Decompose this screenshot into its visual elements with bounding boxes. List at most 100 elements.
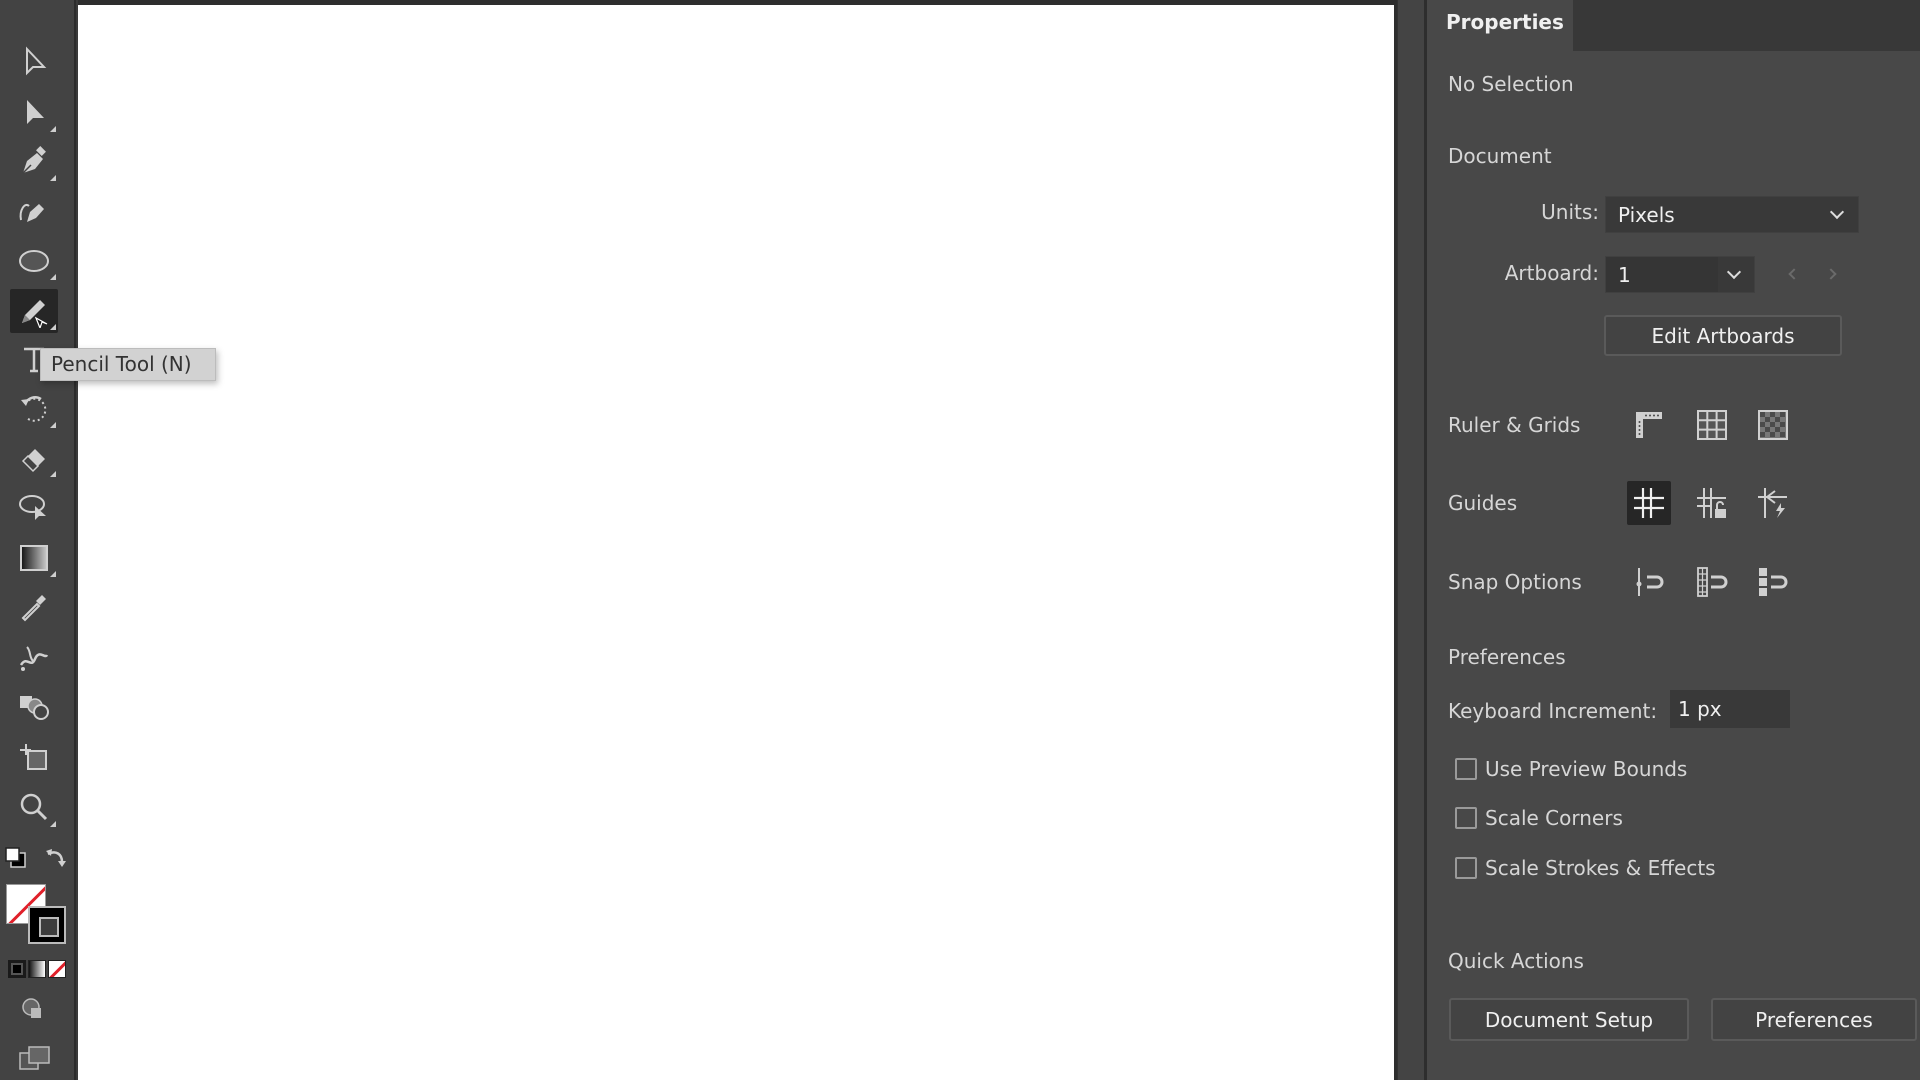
snap-to-pixel-icon [1697,567,1728,597]
transparency-grid-toggle[interactable] [1751,403,1795,447]
lasso-icon [19,495,46,520]
lasso-tool[interactable] [10,485,58,529]
lock-guides-icon [1697,488,1726,518]
artboard-value: 1 [1618,262,1631,287]
curvature-pen-icon [19,204,44,222]
edit-artboards-button[interactable]: Edit Artboards [1604,315,1842,356]
eraser-tool[interactable] [10,436,58,480]
smart-guides-toggle[interactable] [1751,481,1795,525]
snap-to-grid-icon [1759,568,1788,596]
selection-status: No Selection [1448,72,1574,96]
snap-to-grid-toggle[interactable] [1751,560,1795,604]
eyedropper-tool[interactable] [10,585,58,629]
pencil-tool[interactable] [10,289,58,333]
tooltip: Pencil Tool (N) [40,348,216,381]
rotate-icon [21,396,47,422]
units-label: Units: [1541,200,1599,224]
default-fill-stroke-button[interactable] [4,846,28,870]
next-artboard-icon[interactable] [1825,268,1837,280]
selection-arrow-icon [26,46,47,76]
chevron-down-icon [1726,264,1742,280]
smart-guides-icon [1758,488,1787,518]
eraser-icon [21,449,45,473]
canvas-area [78,0,1397,1080]
preferences-heading: Preferences [1448,645,1566,669]
quick-actions-heading: Quick Actions [1448,949,1584,973]
rotate-tool[interactable] [10,387,58,431]
magnifier-icon [20,793,48,821]
transparency-grid-icon [1758,410,1788,440]
gradient-icon [20,545,48,571]
flyout-indicator [50,175,56,181]
scale-strokes-effects-label: Scale Strokes & Effects [1485,856,1716,880]
selection-tool[interactable] [10,40,58,84]
snap-to-point-icon [1636,568,1664,596]
lock-guides-toggle[interactable] [1690,481,1734,525]
units-dropdown[interactable]: Pixels [1605,196,1859,233]
shape-builder-tool[interactable] [10,685,58,729]
fill-stroke-swatches [4,884,68,946]
artboard-input[interactable]: 1 [1606,257,1718,292]
eyedropper-icon [21,595,46,622]
ruler-toggle[interactable] [1627,403,1671,447]
default-colors-icon [5,847,26,868]
artboard-label: Artboard: [1504,261,1599,285]
show-guides-toggle[interactable] [1627,481,1671,525]
pencil-icon [22,300,48,328]
snap-options-label: Snap Options [1448,570,1582,594]
ruler-grids-label: Ruler & Grids [1448,413,1581,437]
guides-icon [1634,488,1664,518]
properties-panel: Properties No Selection Document Units: … [1427,0,1920,1080]
screen-mode-icon [19,1046,50,1070]
flyout-indicator [50,821,56,827]
scale-corners-label: Scale Corners [1485,806,1623,830]
grid-toggle[interactable] [1690,403,1734,447]
ruler-icon [1636,412,1662,438]
draw-mode-icon [22,998,41,1018]
use-preview-bounds-label: Use Preview Bounds [1485,757,1688,781]
tab-properties[interactable]: Properties [1427,0,1573,51]
puppet-warp-icon [19,646,49,671]
panel-dock-gutter [1397,0,1427,1080]
puppet-warp-tool[interactable] [10,636,58,680]
document-heading: Document [1448,144,1552,168]
panel-tab-bar: Properties [1427,0,1920,51]
artboard-tool[interactable] [10,736,58,780]
color-mode-buttons [8,960,66,978]
snap-to-point-toggle[interactable] [1627,560,1671,604]
screen-mode-button[interactable] [10,1036,58,1080]
zoom-tool[interactable] [10,786,58,830]
scale-strokes-effects-checkbox[interactable] [1455,857,1477,879]
keyboard-increment-input[interactable]: 1 px [1670,690,1790,728]
gradient-mode-button[interactable] [28,960,46,978]
use-preview-bounds-checkbox[interactable] [1455,758,1477,780]
preferences-button[interactable]: Preferences [1711,998,1917,1041]
keyboard-increment-label: Keyboard Increment: [1448,699,1658,723]
swap-fill-stroke-button[interactable] [44,846,68,870]
artboard-select[interactable]: 1 [1605,256,1755,293]
previous-artboard-icon[interactable] [1788,268,1800,280]
curvature-tool[interactable] [10,189,58,233]
artboard[interactable] [78,5,1394,1080]
shape-builder-icon [20,696,49,720]
stroke-swatch[interactable] [28,906,66,944]
flyout-indicator [50,471,56,477]
pen-tool[interactable] [10,140,58,184]
flyout-indicator [50,422,56,428]
color-mode-button[interactable] [8,960,26,978]
draw-mode-button[interactable] [10,988,58,1032]
swap-arrow-icon [46,849,66,867]
snap-to-pixel-toggle[interactable] [1690,560,1734,604]
ellipse-icon [19,250,49,272]
direct-selection-tool[interactable] [10,91,58,135]
pen-icon [22,146,46,174]
illustrator-window: Pencil Tool (N) Properties No Selection … [0,0,1920,1080]
document-setup-button[interactable]: Document Setup [1449,998,1689,1041]
none-mode-button[interactable] [48,960,66,978]
ellipse-tool[interactable] [10,239,58,283]
grid-icon [1697,410,1727,440]
gradient-tool[interactable] [10,536,58,580]
scale-corners-checkbox[interactable] [1455,807,1477,829]
flyout-indicator [50,274,56,280]
flyout-indicator [50,571,56,577]
